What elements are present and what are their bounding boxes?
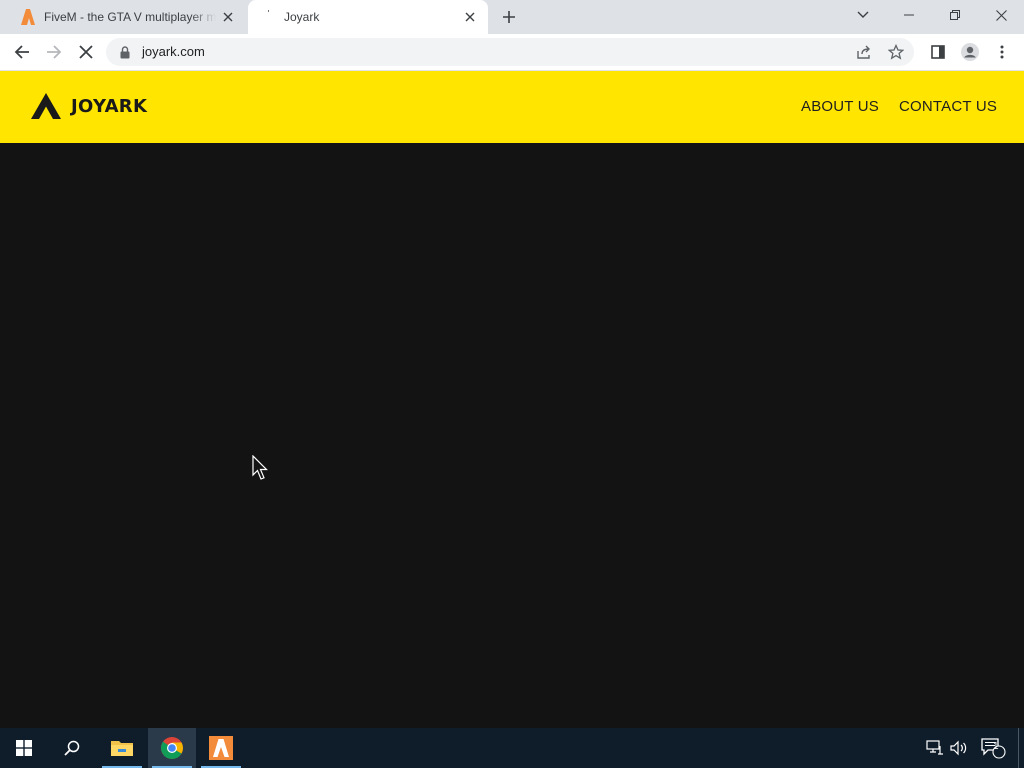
back-arrow-icon[interactable] (8, 38, 36, 66)
file-explorer-icon[interactable] (98, 728, 146, 768)
forward-arrow-icon[interactable] (40, 38, 68, 66)
tab-search-chevron-down-icon[interactable] (840, 0, 886, 30)
network-icon[interactable] (922, 728, 948, 768)
fivem-taskbar-icon[interactable] (197, 728, 245, 768)
notification-center-icon[interactable]: 1 (978, 728, 1008, 768)
bookmark-star-icon[interactable] (886, 42, 906, 62)
tab-fivem[interactable]: FiveM - the GTA V multiplayer mod (8, 0, 246, 34)
minimize-icon[interactable] (886, 0, 932, 30)
profile-avatar-icon[interactable] (956, 38, 984, 66)
address-bar[interactable]: joyark.com (106, 38, 914, 66)
url-text: joyark.com (142, 44, 205, 59)
site-header: JOYARK ABOUT US CONTACT US (0, 71, 1024, 143)
tab-title: Joyark (284, 10, 320, 24)
lock-icon[interactable] (118, 45, 132, 59)
tab-joyark[interactable]: Joyark (248, 0, 488, 34)
restore-icon[interactable] (932, 0, 978, 30)
windows-start-icon[interactable] (0, 728, 48, 768)
close-window-icon[interactable] (978, 0, 1024, 30)
tab-strip: FiveM - the GTA V multiplayer mod Joyark (0, 0, 1024, 34)
site-logo[interactable]: JOYARK (31, 92, 147, 120)
close-icon[interactable] (462, 9, 478, 25)
stop-loading-icon[interactable] (72, 38, 100, 66)
close-icon[interactable] (220, 9, 236, 25)
browser-toolbar: joyark.com (0, 34, 1024, 71)
mouse-cursor-icon (252, 455, 268, 480)
chrome-icon[interactable] (148, 728, 196, 768)
fivem-icon (20, 9, 36, 25)
tab-title: FiveM - the GTA V multiplayer mod (44, 10, 216, 24)
notification-count: 1 (993, 741, 999, 752)
share-icon[interactable] (854, 42, 874, 62)
volume-icon[interactable] (948, 728, 970, 768)
side-panel-icon[interactable] (924, 38, 952, 66)
new-tab-button[interactable] (498, 6, 520, 28)
windows-taskbar: 1 (0, 728, 1024, 768)
brand-name: JOYARK (71, 95, 148, 117)
show-desktop-divider[interactable] (1018, 728, 1019, 768)
kebab-menu-icon[interactable] (988, 38, 1016, 66)
nav-about-us[interactable]: ABOUT US (801, 98, 879, 115)
loading-icon (260, 9, 276, 25)
nav-contact-us[interactable]: CONTACT US (899, 98, 997, 115)
joyark-logo-icon (31, 93, 61, 119)
search-icon[interactable] (48, 728, 96, 768)
page-content (0, 143, 1024, 728)
